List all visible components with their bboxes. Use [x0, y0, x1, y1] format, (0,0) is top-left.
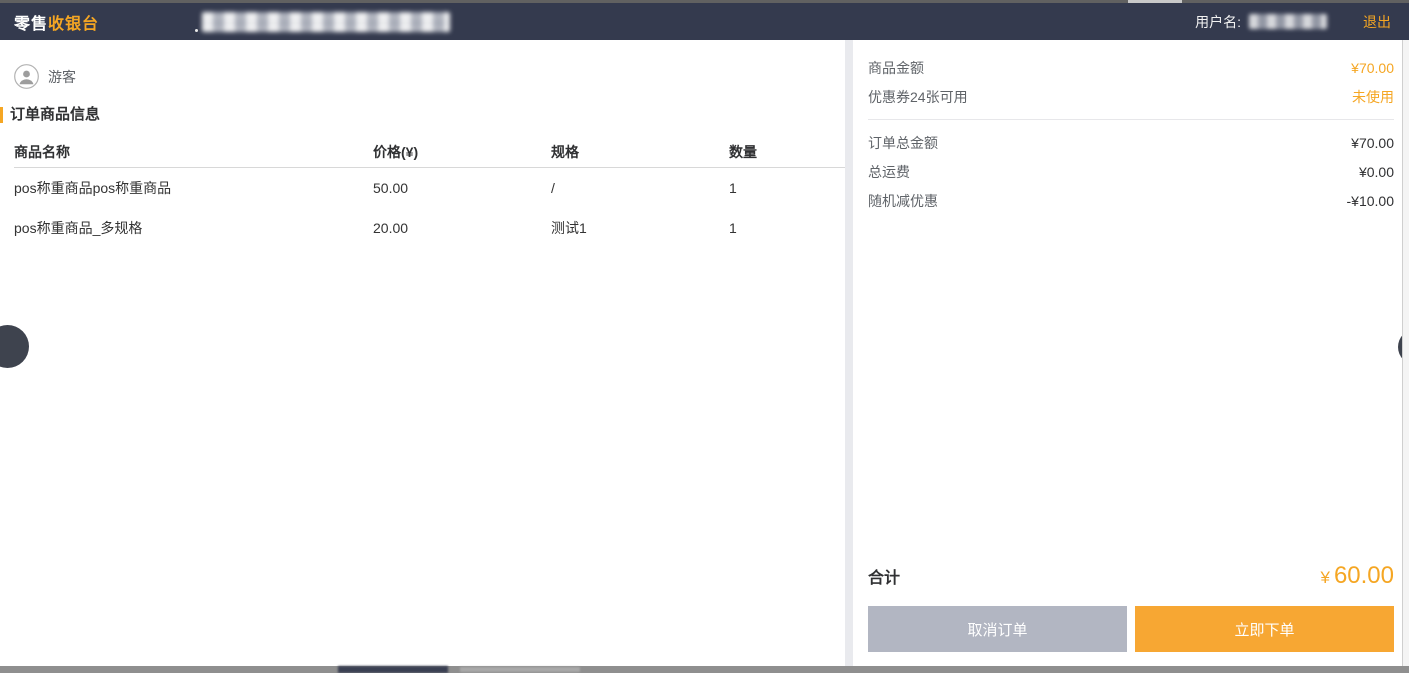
- summary-row-coupon[interactable]: 优惠券24张可用 未使用: [868, 82, 1394, 111]
- order-items-panel: 游客 订单商品信息 商品名称 价格(¥) 规格 数量 pos称重商品pos称重商…: [0, 40, 845, 666]
- summary-label: 总运费: [868, 162, 910, 182]
- navbar-right: 用户名: 退出: [1195, 12, 1391, 32]
- taskbar-fragment: [338, 666, 448, 673]
- summary-label: 订单总金额: [868, 133, 938, 153]
- window-edge-fill: [1403, 40, 1409, 666]
- total-value: 60.00: [1334, 562, 1394, 589]
- customer-row: 游客: [0, 40, 845, 89]
- product-table-header: 商品名称 价格(¥) 规格 数量: [14, 136, 845, 168]
- action-buttons: 取消订单 立即下单: [868, 606, 1394, 652]
- summary-row-goods-amount: 商品金额 ¥70.00: [868, 53, 1394, 82]
- header-product-name: 商品名称: [14, 142, 373, 162]
- cell-price: 20.00: [373, 220, 551, 236]
- total-label: 合计: [868, 564, 900, 588]
- app-title: 零售收银台: [14, 10, 99, 34]
- logout-link[interactable]: 退出: [1363, 12, 1391, 32]
- table-row: pos称重商品_多规格 20.00 测试1 1: [14, 208, 845, 248]
- summary-label: 商品金额: [868, 58, 924, 78]
- currency-symbol: ¥: [1320, 568, 1329, 587]
- cancel-order-button[interactable]: 取消订单: [868, 606, 1127, 652]
- coupon-label: 优惠券24张可用: [868, 87, 968, 107]
- cell-spec: /: [551, 180, 729, 196]
- summary-value: -¥10.00: [1347, 193, 1394, 209]
- summary-divider: [868, 119, 1394, 120]
- header-price: 价格(¥): [373, 142, 551, 162]
- summary-block: 商品金额 ¥70.00 优惠券24张可用 未使用 订单总金额 ¥70.00 总运…: [868, 40, 1394, 215]
- header-spec: 规格: [551, 142, 729, 162]
- guest-label: 游客: [48, 67, 76, 87]
- top-navbar: 零售收银台 用户名: 退出: [0, 3, 1409, 40]
- table-row: pos称重商品pos称重商品 50.00 / 1: [14, 168, 845, 208]
- pos-cashier-window: 零售收银台 用户名: 退出 游客 订单商品信息 商品名称 价格(¥): [0, 0, 1409, 673]
- summary-row-random-discount: 随机减优惠 -¥10.00: [868, 186, 1394, 215]
- product-table: 商品名称 价格(¥) 规格 数量 pos称重商品pos称重商品 50.00 / …: [0, 136, 845, 248]
- checkout-block: 合计 ¥60.00 取消订单 立即下单: [868, 562, 1394, 652]
- cell-price: 50.00: [373, 180, 551, 196]
- app-title-prefix: 零售: [14, 16, 48, 33]
- order-section-title: 订单商品信息: [0, 106, 845, 124]
- summary-value: ¥0.00: [1359, 164, 1394, 180]
- username-value-redacted: [1249, 14, 1327, 29]
- username-label: 用户名:: [1195, 12, 1241, 32]
- taskbar-fragment: [460, 667, 580, 672]
- user-avatar-icon: [14, 64, 39, 89]
- summary-row-order-total: 订单总金额 ¥70.00: [868, 128, 1394, 157]
- summary-value: ¥70.00: [1351, 60, 1394, 76]
- total-amount: ¥60.00: [1320, 562, 1394, 590]
- summary-label: 随机减优惠: [868, 191, 938, 211]
- summary-row-shipping: 总运费 ¥0.00: [868, 157, 1394, 186]
- redacted-dot: [195, 29, 198, 32]
- cell-spec: 测试1: [551, 218, 729, 238]
- order-summary-panel: 商品金额 ¥70.00 优惠券24张可用 未使用 订单总金额 ¥70.00 总运…: [853, 40, 1402, 666]
- coupon-status[interactable]: 未使用: [1352, 87, 1394, 107]
- cell-product-name: pos称重商品_多规格: [14, 218, 373, 238]
- store-name-redacted: [202, 12, 450, 32]
- app-title-suffix: 收银台: [48, 16, 99, 33]
- header-qty: 数量: [729, 142, 845, 162]
- total-row: 合计 ¥60.00: [868, 562, 1394, 590]
- summary-value: ¥70.00: [1351, 135, 1394, 151]
- cell-qty: 1: [729, 180, 845, 196]
- cell-product-name: pos称重商品pos称重商品: [14, 178, 373, 198]
- desktop-taskbar-strip: [0, 666, 1409, 673]
- place-order-button[interactable]: 立即下单: [1135, 606, 1394, 652]
- cell-qty: 1: [729, 220, 845, 236]
